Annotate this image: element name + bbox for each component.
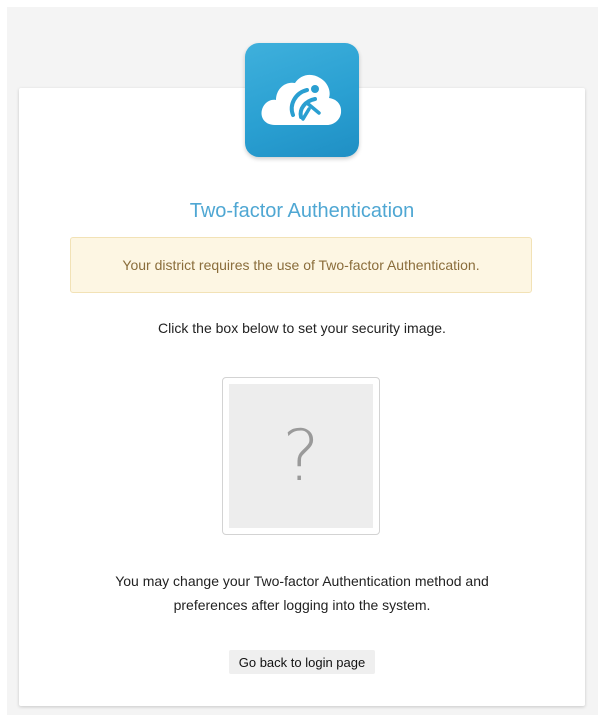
instruction-text: Click the box below to set your security… — [158, 320, 446, 336]
cloud-figure-icon — [261, 74, 342, 125]
security-image-box[interactable]: ? — [222, 377, 380, 535]
note-line-2: preferences after logging into the syste… — [173, 597, 431, 613]
page-title: Two-factor Authentication — [189, 200, 415, 222]
requirement-alert: Your district requires the use of Two-fa… — [70, 237, 532, 293]
change-method-note: You may change your Two-factor Authentic… — [60, 569, 544, 617]
app-logo — [245, 43, 359, 157]
security-image-placeholder: ? — [229, 384, 373, 528]
back-to-login-button[interactable]: Go back to login page — [229, 650, 375, 674]
question-mark-icon: ? — [282, 415, 320, 497]
note-line-1: You may change your Two-factor Authentic… — [115, 573, 489, 589]
alert-text: Your district requires the use of Two-fa… — [122, 257, 480, 273]
